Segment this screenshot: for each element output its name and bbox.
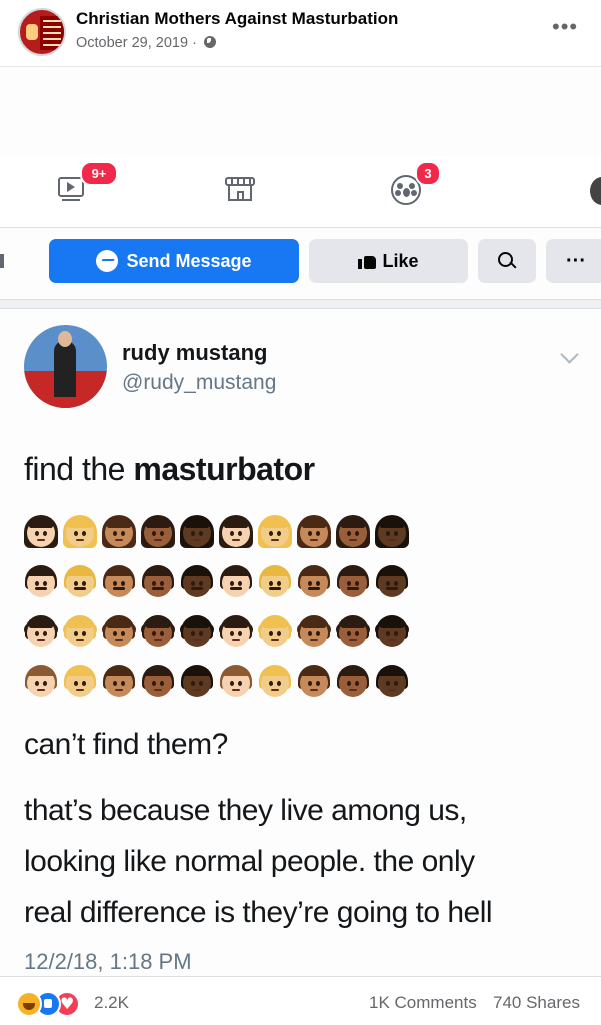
woman-emoji-icon: [258, 514, 292, 548]
emoji-row: [24, 664, 414, 714]
woman-emoji-icon: [375, 514, 409, 548]
post-image[interactable]: 9+ 3 Send Message Like ··· rudy mustang …: [0, 67, 601, 976]
messenger-icon: [96, 250, 119, 272]
section-divider: [0, 299, 601, 309]
boy-emoji-icon: [375, 664, 409, 698]
girl-emoji-icon: [219, 614, 253, 648]
more-options-icon[interactable]: •••: [552, 14, 578, 40]
man-emoji-icon: [297, 564, 331, 598]
page-action-buttons: Send Message Like ···: [0, 239, 601, 285]
girl-emoji-icon: [102, 614, 136, 648]
girl-emoji-icon: [258, 614, 292, 648]
tweet-headline-bold: masturbator: [133, 451, 315, 487]
woman-emoji-icon: [102, 514, 136, 548]
tweet-body: that’s because they live among us, looki…: [24, 785, 584, 938]
woman-emoji-icon: [63, 514, 97, 548]
boy-emoji-icon: [297, 664, 331, 698]
profile-avatar-edge: [590, 177, 601, 205]
man-emoji-icon: [102, 564, 136, 598]
girl-emoji-icon: [180, 614, 214, 648]
girl-emoji-icon: [63, 614, 97, 648]
man-emoji-icon: [336, 564, 370, 598]
notification-badge: 9+: [80, 161, 118, 186]
boy-emoji-icon: [141, 664, 175, 698]
tweet-headline: find the masturbator: [24, 451, 315, 488]
reaction-count[interactable]: 2.2K: [94, 993, 129, 1013]
woman-emoji-icon: [336, 514, 370, 548]
notification-badge: 3: [415, 161, 441, 186]
woman-emoji-icon: [180, 514, 214, 548]
send-message-label: Send Message: [126, 250, 252, 271]
tweet-author-name: rudy mustang: [122, 340, 268, 365]
post-header: Christian Mothers Against Masturbation O…: [0, 0, 601, 67]
tweet-timestamp: 12/2/18, 1:18 PM: [24, 949, 192, 974]
tweet-headline-prefix: find the: [24, 451, 134, 487]
tweet-body-line: real difference is they’re going to hell: [24, 896, 493, 929]
search-icon: [497, 251, 517, 271]
screenshot-nav-bar: 9+ 3: [0, 157, 601, 228]
boy-emoji-icon: [258, 664, 292, 698]
marketplace-store-icon: [225, 175, 255, 203]
tweet-body-line: that’s because they live among us,: [24, 794, 467, 827]
send-message-button: Send Message: [49, 239, 299, 283]
raised-hand-icon: [26, 24, 38, 40]
girl-emoji-icon: [141, 614, 175, 648]
boy-emoji-icon: [63, 664, 97, 698]
boy-emoji-icon: [102, 664, 136, 698]
woman-emoji-icon: [141, 514, 175, 548]
emoji-row: [24, 514, 414, 564]
man-emoji-icon: [258, 564, 292, 598]
girl-emoji-icon: [297, 614, 331, 648]
shares-count-link[interactable]: 740 Shares: [493, 993, 580, 1013]
girl-emoji-icon: [375, 614, 409, 648]
globe-icon: [203, 36, 216, 48]
more-button: ···: [546, 239, 601, 283]
man-emoji-icon: [219, 564, 253, 598]
sign-image: [40, 16, 64, 50]
like-page-button: Like: [309, 239, 468, 283]
thumbs-up-icon: [358, 253, 377, 269]
girl-emoji-icon: [336, 614, 370, 648]
woman-emoji-icon: [219, 514, 253, 548]
page-avatar[interactable]: [18, 8, 66, 56]
tweet-question: can’t find them?: [24, 728, 228, 761]
emoji-grid: [24, 514, 414, 714]
man-emoji-icon: [141, 564, 175, 598]
page-name-link[interactable]: Christian Mothers Against Masturbation: [76, 9, 398, 29]
woman-emoji-icon: [297, 514, 331, 548]
cropped-button-edge: [0, 254, 4, 268]
meta-separator: ·: [192, 35, 197, 51]
man-emoji-icon: [375, 564, 409, 598]
search-button: [478, 239, 536, 283]
emoji-row: [24, 614, 414, 664]
like-label: Like: [382, 250, 419, 271]
woman-emoji-icon: [24, 514, 58, 548]
boy-emoji-icon: [336, 664, 370, 698]
reactions-bar: 2.2K 1K Comments 740 Shares: [0, 976, 601, 1025]
boy-emoji-icon: [219, 664, 253, 698]
tweet-body-line: looking like normal people. the only: [24, 845, 475, 878]
post-date[interactable]: October 29, 2019: [76, 35, 188, 51]
tweet-author-handle: @rudy_mustang: [122, 371, 277, 394]
girl-emoji-icon: [24, 614, 58, 648]
man-emoji-icon: [24, 564, 58, 598]
man-emoji-icon: [180, 564, 214, 598]
comments-count-link[interactable]: 1K Comments: [369, 993, 477, 1013]
emoji-row: [24, 564, 414, 614]
boy-emoji-icon: [24, 664, 58, 698]
post-meta: October 29, 2019 ·: [76, 35, 216, 51]
tweet-avatar: [24, 325, 107, 408]
man-emoji-icon: [63, 564, 97, 598]
chevron-down-icon: [560, 345, 579, 364]
haha-icon[interactable]: [16, 991, 42, 1017]
boy-emoji-icon: [180, 664, 214, 698]
